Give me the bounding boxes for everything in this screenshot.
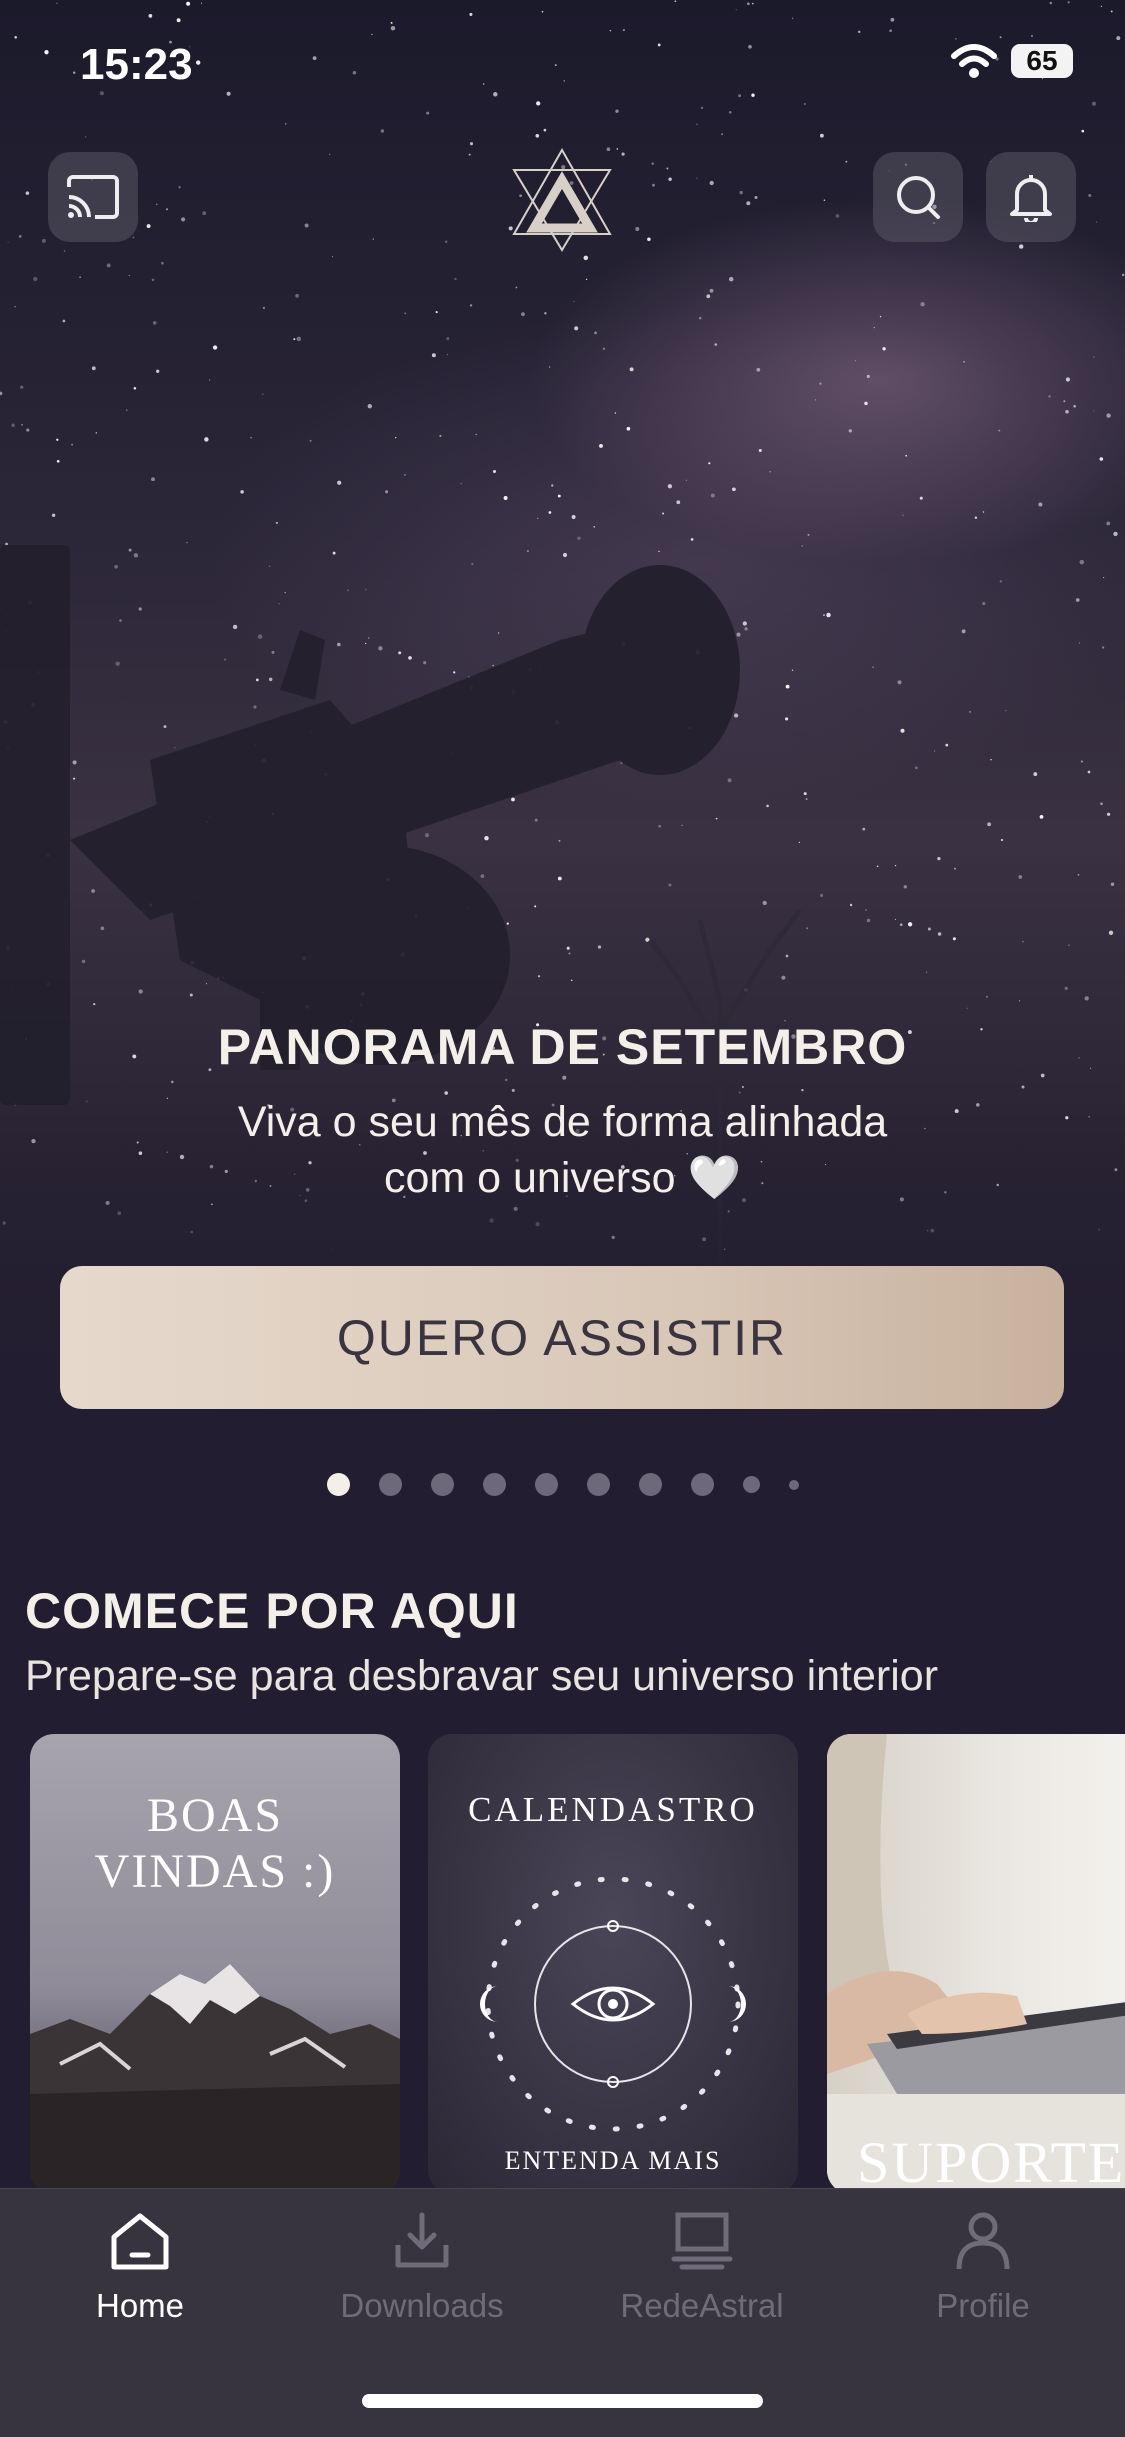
carousel-dot[interactable]: [638, 1473, 662, 1496]
carousel-dot[interactable]: [378, 1473, 402, 1496]
person-icon: [956, 2212, 1010, 2270]
card-calendastro-title: CALENDASTRO: [468, 1790, 758, 1829]
carousel-dot[interactable]: [742, 1476, 760, 1493]
bell-icon: [1010, 175, 1052, 222]
tab-home-label: Home: [95, 2287, 185, 2324]
card-welcome[interactable]: BOAS VINDAS :): [30, 1734, 400, 2194]
card-welcome-title: BOAS VINDAS :): [30, 1788, 400, 1900]
cast-icon: [67, 175, 119, 219]
download-icon: [395, 2212, 449, 2268]
section-title: COMECE POR AQUI: [25, 1583, 519, 1639]
section-subtitle: Prepare-se para desbravar seu universo i…: [25, 1652, 939, 1700]
battery-indicator: 65: [1011, 44, 1073, 78]
cast-button[interactable]: [48, 152, 138, 242]
card-support-title: SUPORTE: [857, 2130, 1125, 2194]
carousel-dot[interactable]: [326, 1473, 350, 1496]
moon-eye-icon: [479, 1876, 747, 2132]
carousel-dot[interactable]: [430, 1473, 454, 1496]
card-calendastro[interactable]: CALENDASTRO ENTENDA MAIS: [428, 1734, 798, 2194]
card-calendastro-footer: ENTENDA MAIS: [504, 2146, 722, 2175]
home-indicator: [362, 2394, 763, 2408]
tab-redeastral[interactable]: RedeAstral: [592, 2211, 812, 2325]
wifi-icon: [951, 44, 997, 78]
app-logo: [512, 147, 612, 252]
laptop-photo: [827, 1734, 1125, 2194]
status-time: 15:23: [80, 40, 193, 89]
tab-redeastral-label: RedeAstral: [620, 2287, 784, 2324]
hero-subtitle-line1: Viva o seu mês de forma alinhada: [237, 1098, 888, 1146]
hero-subtitle: Viva o seu mês de forma alinhada com o u…: [160, 1094, 965, 1206]
carousel-dot[interactable]: [690, 1473, 714, 1496]
card-welcome-title-line2: VINDAS :): [94, 1845, 336, 1898]
tab-home[interactable]: Home: [30, 2211, 250, 2325]
tab-profile[interactable]: Profile: [873, 2211, 1093, 2325]
search-icon: [897, 176, 940, 219]
status-indicators: 65: [951, 44, 1073, 78]
notifications-button[interactable]: [986, 152, 1076, 242]
carousel-dot[interactable]: [482, 1473, 506, 1496]
tab-downloads-label: Downloads: [340, 2287, 504, 2324]
watch-button[interactable]: QUERO ASSISTIR: [60, 1266, 1064, 1409]
tab-downloads[interactable]: Downloads: [312, 2211, 532, 2325]
carousel-dot[interactable]: [788, 1479, 799, 1490]
card-support[interactable]: SUPORTE: [827, 1734, 1125, 2194]
carousel-dot[interactable]: [534, 1473, 558, 1496]
card-welcome-title-line1: BOAS: [146, 1789, 284, 1842]
carousel-dot[interactable]: [586, 1473, 610, 1496]
tab-profile-label: Profile: [936, 2287, 1030, 2324]
home-icon: [111, 2213, 169, 2270]
carousel-pagination[interactable]: [0, 1473, 1125, 1496]
search-button[interactable]: [873, 152, 963, 242]
hero-title: PANORAMA DE SETEMBRO: [217, 1019, 908, 1075]
hero-subtitle-line2: com o universo 🤍: [383, 1154, 742, 1202]
laptop-icon: [671, 2212, 733, 2270]
